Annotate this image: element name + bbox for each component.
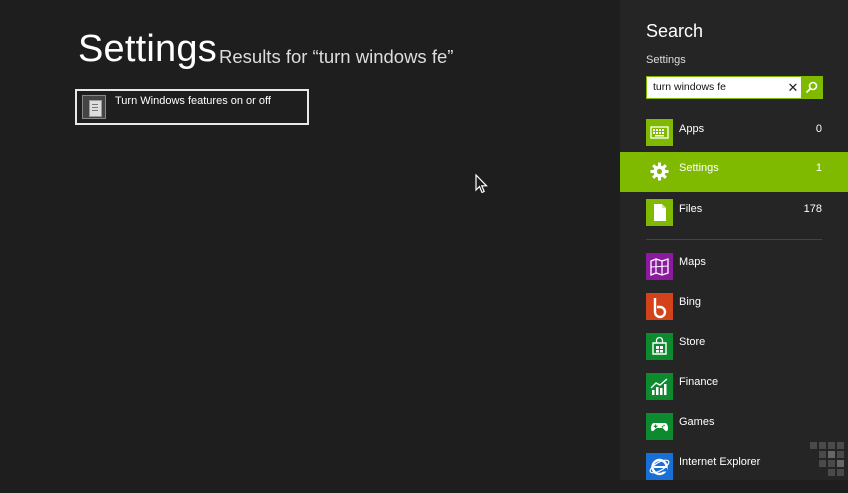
divider [646, 239, 822, 240]
app-label: Internet Explorer [679, 456, 761, 468]
gear-icon [646, 158, 673, 185]
category-label: Settings [679, 162, 719, 174]
bing-icon [646, 293, 673, 320]
apps-icon [646, 119, 673, 146]
app-store[interactable]: Store [620, 333, 848, 373]
search-scope-label: Settings [646, 54, 686, 66]
ie-icon [646, 453, 673, 480]
pane-title: Search [646, 21, 704, 41]
result-turn-windows-features[interactable]: Turn Windows features on or off [75, 89, 309, 125]
search-box: ✕ [646, 76, 823, 99]
search-input[interactable] [647, 77, 783, 98]
results-for-text: Results for “turn windows fe” [219, 46, 454, 67]
app-label: Store [679, 336, 706, 348]
category-count: 178 [803, 203, 822, 215]
category-label: Files [679, 203, 703, 215]
search-button[interactable] [801, 77, 822, 98]
maps-icon [646, 253, 673, 280]
app-label: Bing [679, 296, 702, 308]
app-label: Games [679, 416, 715, 428]
app-maps[interactable]: Maps [620, 253, 848, 293]
category-files[interactable]: Files 178 [620, 193, 848, 233]
category-count: 1 [815, 162, 822, 174]
app-label: Finance [679, 376, 719, 388]
finance-icon [646, 373, 673, 400]
games-icon [646, 413, 673, 440]
app-bing[interactable]: Bing [620, 293, 848, 333]
category-settings[interactable]: Settings 1 [620, 152, 848, 192]
category-apps[interactable]: Apps 0 [620, 113, 848, 153]
close-icon[interactable]: ✕ [783, 77, 803, 98]
search-pane: Search Settings ✕ Apps 0 [620, 0, 848, 480]
store-icon [646, 333, 673, 360]
windows-features-icon [82, 95, 106, 119]
main-title: Settings [78, 28, 217, 70]
app-label: Maps [679, 256, 706, 268]
category-label: Apps [679, 123, 705, 135]
watermark-logo [808, 440, 848, 480]
result-label: Turn Windows features on or off [115, 95, 271, 107]
mouse-cursor-icon [475, 173, 488, 199]
category-count: 0 [815, 123, 822, 135]
file-icon [646, 199, 673, 226]
search-icon [805, 81, 818, 94]
app-finance[interactable]: Finance [620, 373, 848, 413]
